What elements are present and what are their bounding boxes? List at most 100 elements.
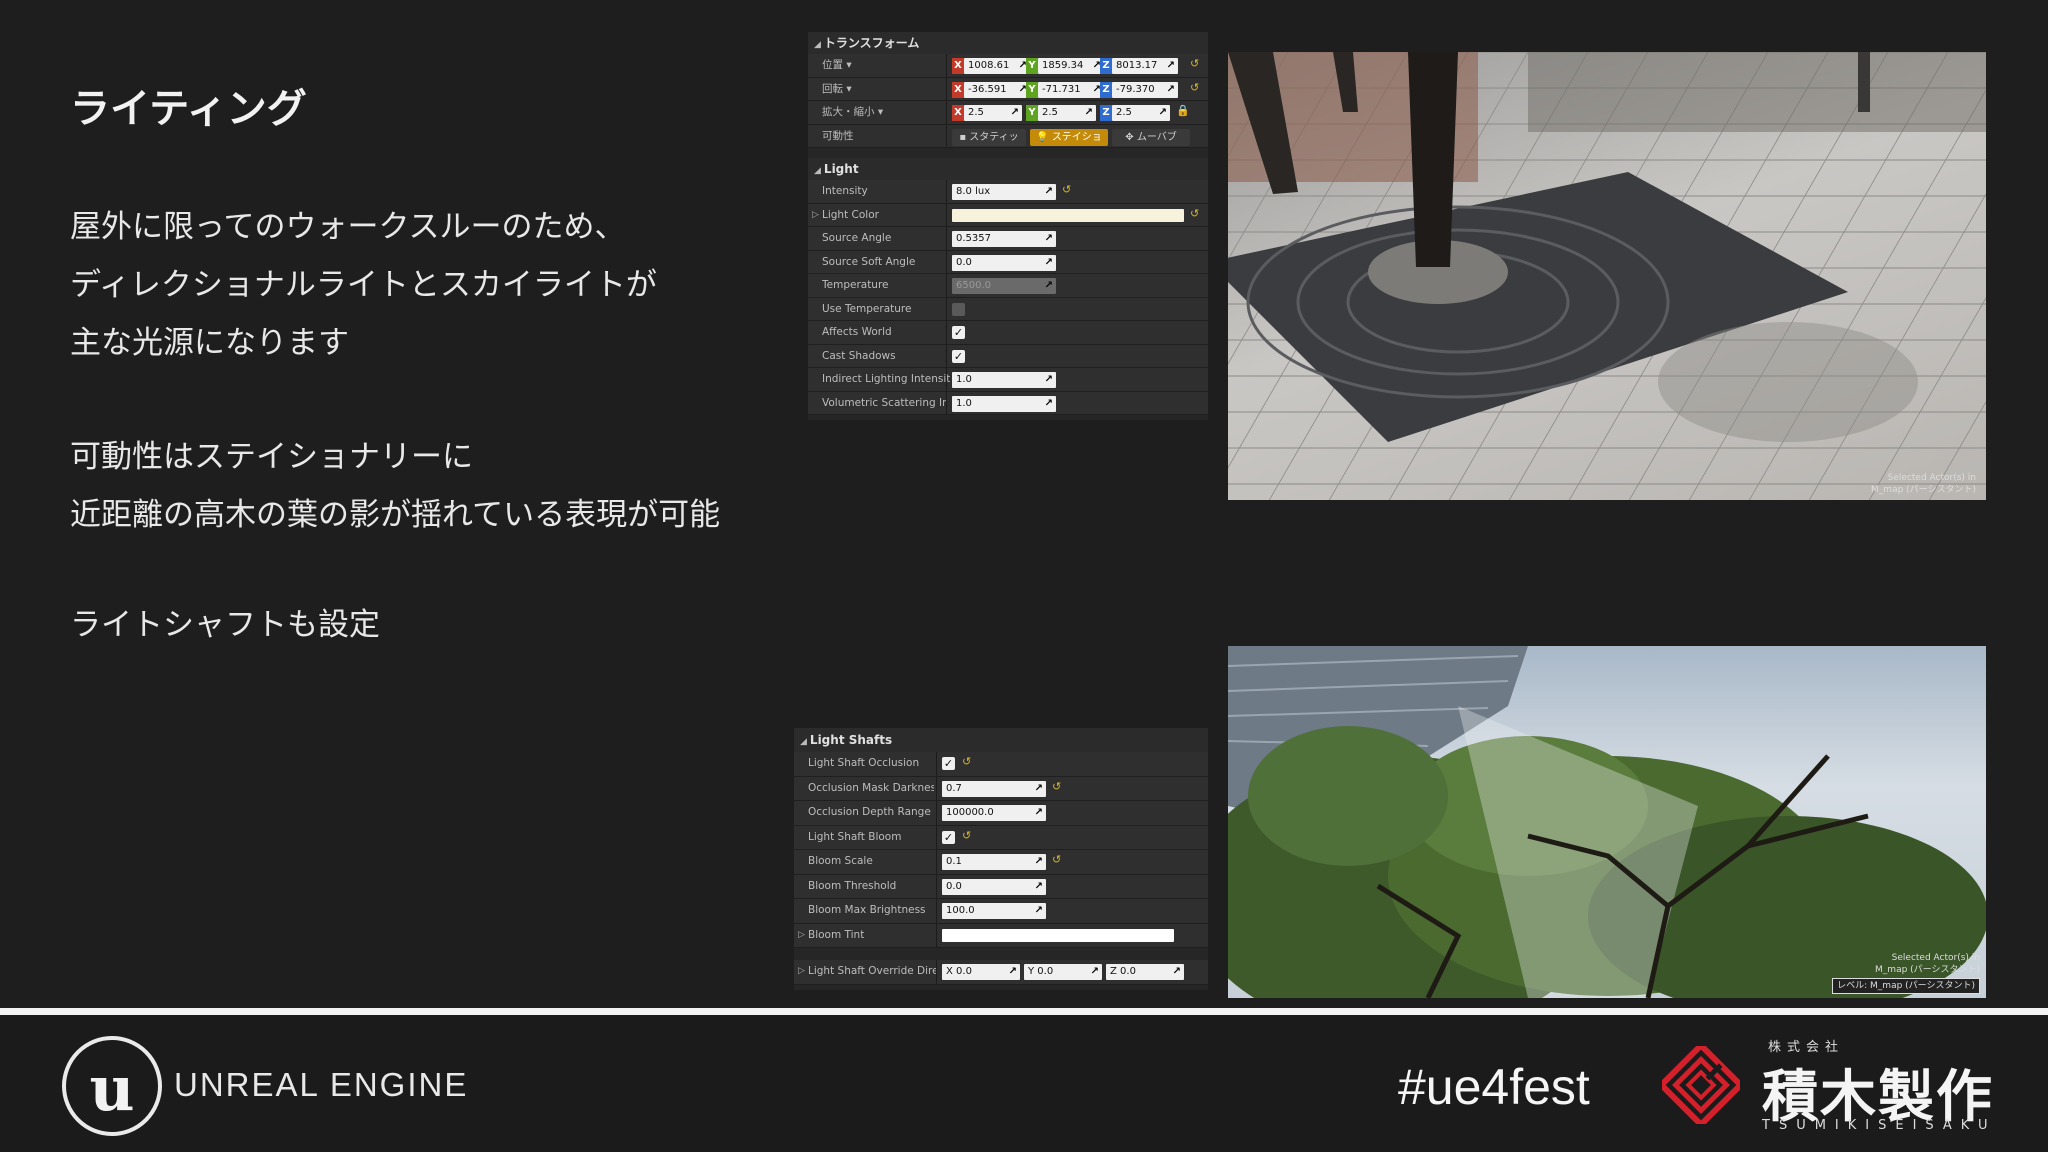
indirect-lighting-field[interactable]: 1.0 ↗ (952, 372, 1056, 388)
text-line: 屋外に限ってのウォークスルーのため、 (70, 209, 626, 245)
reset-icon[interactable]: ↺ (1062, 183, 1071, 196)
company-romanized: TSUMIKISEISAKU (1762, 1118, 1997, 1133)
prop-row-location: 位置 ▾ X 1008.61 ↗ Y 1859.34 ↗ Z 8013.17 ↗ ↺ (808, 54, 1208, 78)
use-temperature-checkbox[interactable] (952, 302, 965, 316)
scene-tree-canopy-image (1228, 646, 1986, 998)
prop-label[interactable]: 位置 ▾ (822, 54, 852, 78)
bloom-max-brightness-field[interactable]: 100.0 ↗ (942, 903, 1046, 919)
intensity-field[interactable]: 8.0 lux ↗ (952, 184, 1056, 200)
prop-label: Light Shaft Override Dire (808, 965, 936, 977)
viewport-level-stamp: Selected Actor(s) in M_map (パーシスタント) (1871, 472, 1976, 496)
prop-row-cast-shadows: Cast Shadows ✓ (808, 344, 1208, 368)
prop-row-light-shaft-bloom: Light Shaft Bloom ✓ ↺ (794, 825, 1208, 850)
prop-row-light-color: ▷ Light Color ↺ (808, 203, 1208, 228)
expand-arrow-icon[interactable]: ▷ (798, 960, 805, 984)
location-x-field[interactable]: 1008.61 ↗ (964, 58, 1030, 74)
light-shaft-bloom-checkbox[interactable]: ✓ (942, 830, 955, 844)
stamp-line: Selected Actor(s) in (1891, 953, 1980, 963)
prop-label: Intensity (822, 185, 868, 197)
rotation-y-field[interactable]: -71.731 ↗ (1038, 81, 1104, 98)
temperature-field: 6500.0 ↗ (952, 278, 1056, 294)
prop-row-bloom-threshold: Bloom Threshold 0.0 ↗ (794, 874, 1208, 899)
prop-label: Volumetric Scattering Int (822, 396, 946, 409)
occlusion-mask-darkness-field[interactable]: 0.7 ↗ (942, 780, 1046, 797)
bloom-tint-swatch[interactable] (942, 928, 1174, 942)
scale-x-field[interactable]: 2.5 ↗ (964, 105, 1022, 121)
light-shaft-occlusion-checkbox[interactable]: ✓ (942, 757, 955, 770)
text-line: 可動性はステイショナリーに (70, 439, 473, 475)
reset-icon[interactable]: ↺ (1190, 81, 1199, 94)
section-header-transform[interactable]: ◢ トランスフォーム (808, 32, 1208, 54)
slide-title: ライティング (70, 86, 307, 132)
paragraph-light-shafts: ライトシャフトも設定 (70, 596, 380, 654)
reset-icon[interactable]: ↺ (1052, 780, 1061, 793)
scale-y-field[interactable]: 2.5 ↗ (1038, 105, 1096, 121)
reset-icon[interactable]: ↺ (1190, 207, 1199, 220)
prop-label: 可動性 (822, 129, 854, 142)
event-hashtag: #ue4fest (1398, 1059, 1590, 1115)
text-line: ディレクショナルライトとスカイライトが (70, 267, 657, 303)
text-line: 主な光源になります (70, 325, 349, 361)
reset-icon[interactable]: ↺ (1190, 57, 1199, 70)
expand-arrow-icon[interactable]: ▷ (812, 204, 819, 228)
reset-icon[interactable]: ↺ (962, 755, 971, 768)
section-header-light[interactable]: ◢ Light (808, 158, 1208, 180)
viewport-level-stamp: Selected Actor(s) in M_map (パーシスタント) レベル… (1832, 952, 1980, 994)
prop-row-volumetric-scattering: Volumetric Scattering Int 1.0 ↗ (808, 391, 1208, 415)
footer-divider (0, 1008, 2048, 1015)
override-dir-z-field[interactable]: Z 0.0 ↗ (1106, 964, 1184, 980)
mobility-stationary-button[interactable]: 💡 ステイショ (1030, 128, 1108, 146)
stamp-line: M_map (パーシスタント) (1875, 965, 1980, 975)
scene-tree-grate-image (1228, 52, 1986, 500)
prop-label: Cast Shadows (822, 349, 896, 362)
mobility-movable-button[interactable]: ✥ ムーバブ (1112, 128, 1190, 146)
prop-label: Light Shaft Occlusion (808, 757, 920, 769)
section-header-light-shafts[interactable]: ◢ Light Shafts (794, 728, 1208, 752)
unreal-engine-wordmark: UNREAL ENGINE (174, 1066, 469, 1103)
prop-label: Occlusion Mask Darknes (808, 781, 934, 794)
reset-icon[interactable]: ↺ (1052, 853, 1061, 866)
viewport-tree-canopy[interactable]: Selected Actor(s) in M_map (パーシスタント) レベル… (1228, 646, 1986, 998)
rotation-z-field[interactable]: -79.370 ↗ (1112, 81, 1178, 98)
location-z-field[interactable]: 8013.17 ↗ (1112, 58, 1178, 74)
bloom-scale-field[interactable]: 0.1 ↗ (942, 854, 1046, 870)
lock-icon[interactable]: 🔒 (1176, 104, 1190, 117)
prop-row-use-temperature: Use Temperature (808, 297, 1208, 321)
prop-label: Temperature (822, 279, 889, 291)
text-line: 近距離の高木の葉の影が揺れている表現が可能 (70, 497, 721, 533)
mobility-static-button[interactable]: ▪ スタティッ (952, 128, 1026, 146)
source-soft-angle-field[interactable]: 0.0 ↗ (952, 254, 1056, 271)
prop-label: Source Soft Angle (822, 255, 916, 268)
light-color-swatch[interactable] (952, 208, 1184, 222)
bloom-threshold-field[interactable]: 0.0 ↗ (942, 878, 1046, 895)
expand-arrow-icon[interactable]: ▷ (798, 924, 805, 948)
occlusion-depth-range-field[interactable]: 100000.0 ↗ (942, 805, 1046, 821)
prop-label[interactable]: 拡大・縮小 ▾ (822, 101, 883, 125)
source-angle-field[interactable]: 0.5357 ↗ (952, 231, 1056, 247)
level-badge: レベル: M_map (パーシスタント) (1832, 978, 1980, 994)
volumetric-scattering-field[interactable]: 1.0 ↗ (952, 395, 1056, 412)
reset-icon[interactable]: ↺ (962, 829, 971, 842)
viewport-tree-grate[interactable]: Selected Actor(s) in M_map (パーシスタント) (1228, 52, 1986, 500)
location-y-field[interactable]: 1859.34 ↗ (1038, 58, 1104, 74)
override-dir-x-field[interactable]: X 0.0 ↗ (942, 964, 1020, 980)
prop-row-scale: 拡大・縮小 ▾ X 2.5 ↗ Y 2.5 ↗ Z 2.5 ↗ 🔒 (808, 101, 1208, 125)
prop-label: Bloom Scale (808, 855, 873, 867)
prop-row-occlusion-depth-range: Occlusion Depth Range 100000.0 ↗ (794, 801, 1208, 826)
prop-label: Occlusion Depth Range (808, 806, 931, 818)
paragraph-light-sources: 屋外に限ってのウォークスルーのため、 ディレクショナルライトとスカイライトが 主… (70, 198, 657, 372)
prop-label: Source Angle (822, 232, 892, 244)
tsumiki-logo-icon (1662, 1046, 1740, 1124)
cast-shadows-checkbox[interactable]: ✓ (952, 349, 965, 363)
override-dir-y-field[interactable]: Y 0.0 ↗ (1024, 964, 1102, 980)
prop-row-occlusion-mask-darkness: Occlusion Mask Darknes 0.7 ↗ ↺ (794, 776, 1208, 801)
rotation-x-field[interactable]: -36.591 ↗ (964, 81, 1030, 98)
stamp-line: M_map (パーシスタント) (1871, 485, 1976, 495)
prop-row-indirect-lighting: Indirect Lighting Intensity 1.0 ↗ (808, 368, 1208, 392)
prop-row-rotation: 回転 ▾ X -36.591 ↗ Y -71.731 ↗ Z -79.370 ↗ ↺ (808, 77, 1208, 102)
prop-row-bloom-scale: Bloom Scale 0.1 ↗ ↺ (794, 850, 1208, 875)
affects-world-checkbox[interactable]: ✓ (952, 326, 965, 339)
scale-z-field[interactable]: 2.5 ↗ (1112, 105, 1170, 121)
prop-row-source-angle: Source Angle 0.5357 ↗ (808, 227, 1208, 251)
prop-label[interactable]: 回転 ▾ (822, 78, 852, 102)
